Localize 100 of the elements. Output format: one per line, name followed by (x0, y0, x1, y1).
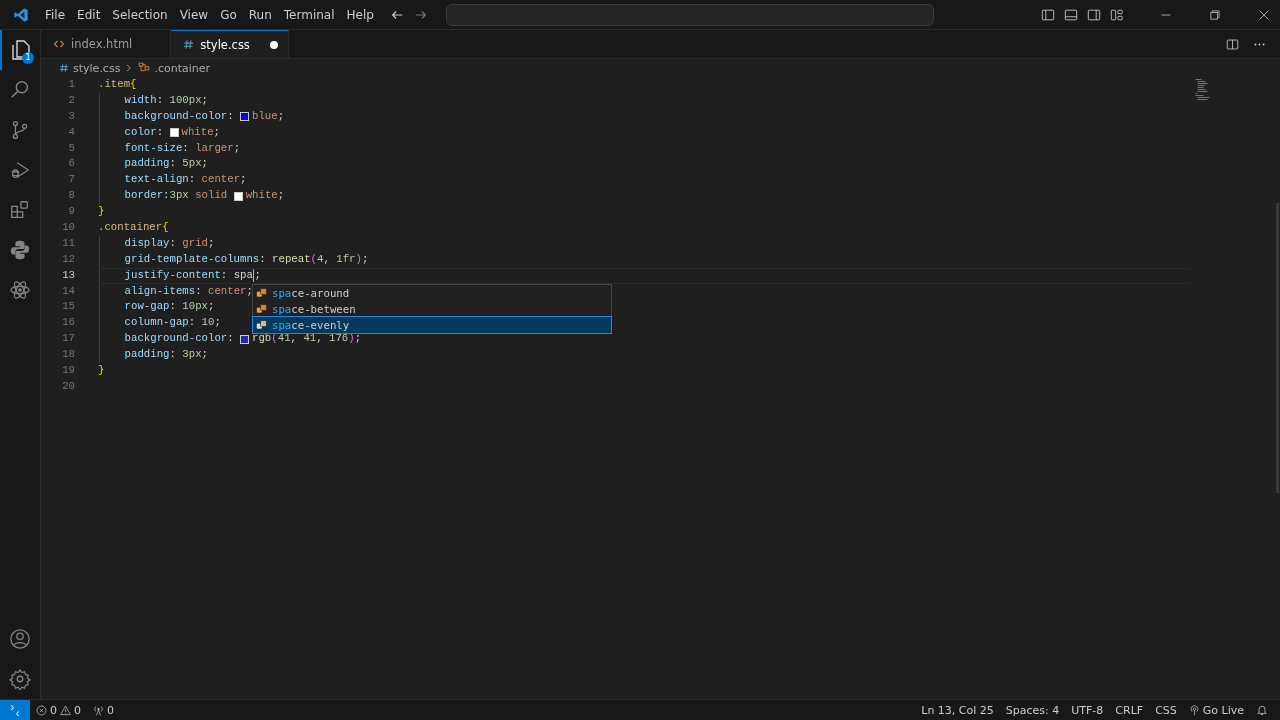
sidebar-layout-icon[interactable] (1041, 7, 1055, 22)
extensions-icon (9, 199, 31, 221)
breadcrumb-item[interactable]: style.css (73, 61, 121, 75)
code-text: font-size: larger; (124, 140, 241, 156)
suggestion-item[interactable]: space-between (253, 301, 611, 317)
line-number: 7 (67, 172, 75, 188)
language-status[interactable]: CSS (1149, 703, 1183, 717)
layout-grid-icon[interactable] (1110, 7, 1124, 22)
notifications-icon[interactable] (1256, 704, 1268, 716)
atom-icon (9, 279, 31, 301)
code-text: grid-template-columns: repeat(4, 1fr); (124, 251, 369, 267)
line-number: 2 (67, 92, 75, 108)
error-count: 0 (50, 703, 57, 717)
color-swatch-icon[interactable] (240, 112, 250, 122)
breadcrumb-item[interactable]: .container (154, 61, 210, 75)
color-swatch-icon[interactable] (240, 334, 250, 344)
code-text: color: (124, 124, 165, 140)
code-text: background-color: (124, 331, 235, 347)
hash-icon (183, 39, 195, 50)
menu-item[interactable]: Selection (106, 4, 174, 25)
code-text: padding: 3px; (124, 347, 208, 363)
code-text: justify-content: spa (124, 267, 253, 283)
line-number: 12 (61, 251, 75, 267)
split-editor-icon[interactable] (1226, 37, 1239, 51)
menu-item[interactable]: View (173, 4, 215, 25)
line-number: 4 (67, 124, 75, 140)
menu-item[interactable]: Go (214, 4, 243, 25)
go-live-button[interactable]: Go Live (1182, 703, 1250, 717)
warning-icon (60, 704, 71, 716)
line-number: 3 (67, 108, 75, 124)
code-text: width: 100px; (124, 92, 208, 108)
property-icon (256, 287, 268, 299)
menu-item[interactable]: File (39, 4, 72, 25)
text-cursor (252, 269, 255, 283)
cursor-position[interactable]: Ln 13, Col 25 (915, 703, 1000, 717)
files-icon (9, 38, 33, 62)
line-number: 13 (61, 267, 75, 283)
line-number: 10 (61, 220, 75, 235)
run-debug-icon (9, 159, 31, 181)
line-number: 18 (61, 347, 75, 363)
activity-item[interactable]: 1 (0, 30, 40, 70)
code-text: white; (181, 124, 220, 140)
restore-icon[interactable] (1209, 8, 1221, 21)
line-number: 15 (61, 299, 75, 315)
line-ending-status[interactable]: CRLF (1109, 703, 1150, 717)
line-number: 19 (61, 363, 75, 379)
secondary-sidebar-icon[interactable] (1087, 7, 1101, 22)
problems-status[interactable]: 0 0 (30, 703, 87, 717)
line-number: 8 (67, 188, 75, 204)
code-text: text-align: center; (124, 172, 247, 188)
line-number: 5 (67, 140, 75, 156)
line-number: 20 (61, 378, 75, 394)
code-text: .item{ (98, 77, 137, 92)
menu-item[interactable]: Edit (71, 4, 107, 25)
code-text: } (98, 363, 105, 379)
menu-item[interactable]: Run (242, 4, 278, 25)
menu-item[interactable]: Terminal (277, 4, 341, 25)
line-number: 1 (67, 77, 75, 92)
indentation-status[interactable]: Spaces: 4 (999, 703, 1066, 717)
line-number: 17 (61, 331, 75, 347)
panel-layout-icon[interactable] (1064, 7, 1078, 22)
hash-icon (59, 63, 69, 73)
code-text: .container{ (98, 220, 169, 235)
ports-status[interactable]: 0 (87, 703, 120, 717)
unsaved-dot-icon (269, 40, 278, 49)
color-swatch-icon[interactable] (233, 191, 243, 201)
menu-item[interactable]: Help (340, 4, 380, 25)
suggestion-item[interactable]: space-around (253, 285, 611, 301)
suggestion-item[interactable]: space-evenly (253, 317, 611, 333)
ports-count: 0 (107, 703, 114, 717)
encoding-status[interactable]: UTF-8 (1065, 703, 1110, 717)
account-icon[interactable] (9, 628, 31, 650)
code-text: align-items: center; (124, 283, 253, 299)
code-text: } (98, 204, 105, 220)
code-text: border:3px solid (124, 188, 229, 204)
vscode-logo-icon (13, 6, 29, 23)
property-icon (256, 319, 268, 331)
code-brackets-icon (53, 38, 65, 50)
python-icon (9, 239, 31, 261)
broadcast-icon (1188, 704, 1200, 716)
remote-icon (9, 704, 21, 716)
warning-count: 0 (74, 703, 81, 717)
line-number: 14 (61, 283, 75, 299)
code-text: column-gap: 10; (124, 315, 221, 331)
code-text: padding: 5px; (124, 156, 208, 172)
settings-icon[interactable] (9, 668, 31, 690)
notification-badge: 1 (22, 52, 34, 64)
line-number: 6 (67, 156, 75, 172)
code-text: ; (254, 267, 261, 283)
minimap (1195, 79, 1210, 100)
search-icon (9, 79, 31, 101)
close-icon[interactable] (1258, 8, 1270, 21)
antenna-icon (93, 704, 104, 716)
error-icon (36, 704, 47, 716)
color-swatch-icon[interactable] (169, 128, 179, 138)
code-text: row-gap: 10px; (124, 299, 215, 315)
editor-tab[interactable]: style.css (171, 30, 289, 58)
code-text: white; (245, 188, 285, 204)
line-number: 11 (61, 235, 75, 251)
line-number: 9 (67, 204, 75, 220)
